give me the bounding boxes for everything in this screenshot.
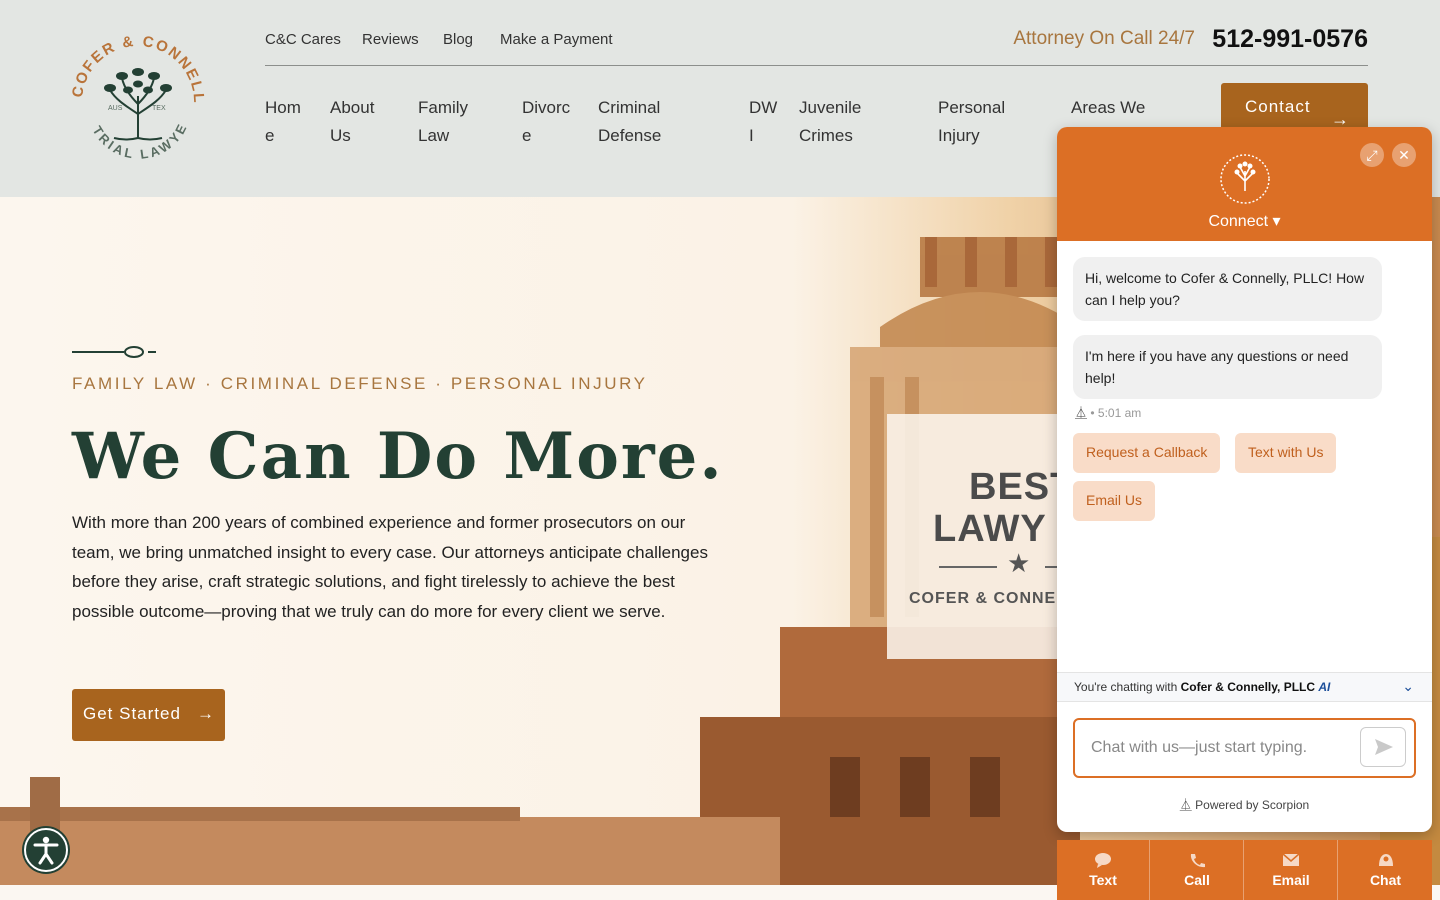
practice-areas-eyebrow: FAMILY LAW · CRIMINAL DEFENSE · PERSONAL…	[72, 374, 648, 393]
nav-about-us[interactable]: About Us	[330, 94, 374, 150]
ai-badge: AI	[1318, 680, 1331, 694]
decorative-divider-icon	[72, 346, 156, 358]
hero-title: We Can Do More.	[72, 419, 724, 494]
nav-personal-injury[interactable]: Personal Injury	[938, 94, 1005, 150]
chatting-with-bar[interactable]: You're chatting with Cofer & Connelly, P…	[1057, 672, 1432, 702]
firm-logo-small	[1220, 154, 1270, 204]
phone-icon	[1190, 854, 1205, 868]
chat-action-button[interactable]: Chat	[1339, 840, 1432, 900]
nav-reviews[interactable]: Reviews	[362, 31, 419, 48]
chat-bubble-icon	[1095, 853, 1111, 868]
nav-criminal-defense[interactable]: Criminal Defense	[598, 94, 661, 150]
get-started-button[interactable]: Get Started →	[72, 689, 225, 741]
nav-blog[interactable]: Blog	[443, 31, 473, 48]
scorpion-logo-icon: ⏅	[1179, 798, 1192, 812]
contact-action-bar: Text Call Email Chat	[1057, 840, 1432, 900]
svg-text:TEX: TEX	[152, 105, 166, 112]
expand-icon[interactable]: ⤢	[1360, 143, 1384, 167]
nav-dwi[interactable]: DW I	[749, 94, 777, 150]
attorney-on-call-label: Attorney On Call 24/7	[1013, 28, 1195, 49]
nav-family-law[interactable]: Family Law	[418, 94, 468, 150]
phone-number-link[interactable]: 512-991-0576	[1212, 25, 1368, 54]
connect-dropdown[interactable]: Connect ▾	[1057, 211, 1432, 231]
close-icon[interactable]: ✕	[1392, 143, 1416, 167]
scorpion-logo-icon: ⏅	[1075, 406, 1088, 420]
request-callback-button[interactable]: Request a Callback	[1073, 433, 1221, 473]
envelope-icon	[1282, 853, 1300, 866]
nav-juvenile-crimes[interactable]: Juvenile Crimes	[799, 94, 861, 150]
text-action-button[interactable]: Text	[1057, 840, 1150, 900]
star-icon: ★	[1007, 548, 1031, 578]
chat-input[interactable]: Chat with us—just start typing.	[1073, 718, 1416, 778]
email-action-button[interactable]: Email	[1245, 840, 1338, 900]
chat-message-welcome: Hi, welcome to Cofer & Connelly, PLLC! H…	[1073, 257, 1382, 321]
text-with-us-button[interactable]: Text with Us	[1235, 433, 1337, 473]
call-action-button[interactable]: Call	[1151, 840, 1244, 900]
accessibility-icon[interactable]	[24, 828, 68, 872]
svg-text:AUS: AUS	[108, 105, 123, 112]
send-icon	[1375, 739, 1393, 755]
chat-header: Connect ▾ ⤢ ✕	[1057, 127, 1432, 241]
nav-cc-cares[interactable]: C&C Cares	[265, 31, 341, 48]
message-timestamp: ⏅ • 5:01 am	[1075, 406, 1142, 420]
firm-logo[interactable]: COFER & CONNELLY TRIAL LAWYERS AUS TEX	[64, 28, 212, 170]
send-button[interactable]	[1360, 727, 1406, 767]
svg-text:COFER & CONNELLY: COFER & CONNELLY	[64, 28, 207, 104]
email-us-button[interactable]: Email Us	[1073, 481, 1156, 521]
chevron-down-icon[interactable]: ⌄	[1402, 678, 1414, 695]
chat-message-help: I'm here if you have any questions or ne…	[1073, 335, 1382, 399]
hero-description: With more than 200 years of combined exp…	[72, 513, 708, 621]
chat-person-icon	[1378, 854, 1393, 866]
nav-divorce[interactable]: Divorc e	[522, 94, 570, 150]
arrow-right-icon: →	[197, 704, 215, 723]
nav-areas-we-serve[interactable]: Areas We	[1071, 94, 1145, 122]
nav-home[interactable]: Hom e	[265, 94, 301, 150]
chat-widget: Connect ▾ ⤢ ✕ Hi, welcome to Cofer & Con…	[1057, 127, 1432, 832]
nav-make-payment[interactable]: Make a Payment	[500, 31, 613, 48]
utility-nav: C&C Cares Reviews Blog Make a Payment At…	[265, 25, 1368, 66]
powered-by-label: ⏅ Powered by Scorpion	[1179, 798, 1310, 812]
